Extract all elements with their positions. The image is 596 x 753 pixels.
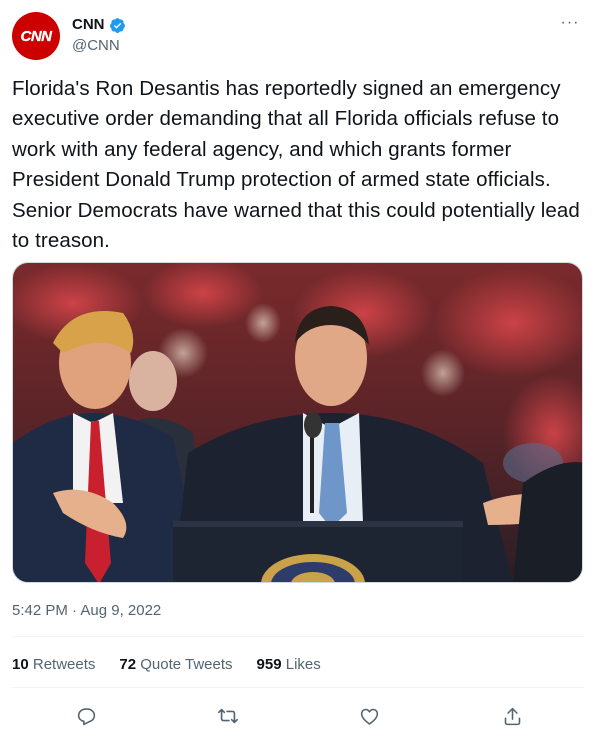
quote-tweets-stat[interactable]: 72 Quote Tweets <box>119 656 232 673</box>
quotes-label: Quote Tweets <box>140 656 233 673</box>
avatar-logo-text: CNN <box>20 27 52 45</box>
tweet-text: Florida's Ron Desantis has reportedly si… <box>12 77 580 253</box>
like-button[interactable] <box>353 700 385 732</box>
avatar[interactable]: CNN <box>12 12 60 60</box>
share-button[interactable] <box>496 700 528 732</box>
retweets-count: 10 <box>12 656 29 673</box>
display-name[interactable]: CNN <box>72 15 105 35</box>
divider <box>12 687 584 688</box>
retweets-label: Retweets <box>32 656 96 673</box>
display-name-row[interactable]: CNN <box>72 15 126 35</box>
more-options-icon[interactable]: ··· <box>558 14 582 34</box>
share-icon <box>504 707 520 725</box>
reply-button[interactable] <box>70 700 102 732</box>
divider <box>12 636 584 637</box>
retweet-button[interactable] <box>212 700 244 732</box>
tweet-header: CNN CNN @CNN ··· <box>12 12 584 62</box>
retweet-icon <box>218 708 238 724</box>
author-info[interactable]: CNN @CNN <box>72 15 126 56</box>
quotes-count: 72 <box>119 656 137 673</box>
retweets-stat[interactable]: 10 Retweets <box>12 656 95 673</box>
handle[interactable]: @CNN <box>72 36 126 56</box>
engagement-stats: 10 Retweets 72 Quote Tweets 959 Likes <box>12 656 321 673</box>
tweet-actions <box>12 700 584 732</box>
likes-stat[interactable]: 959 Likes <box>257 656 321 673</box>
verified-badge-icon <box>109 17 125 33</box>
likes-count: 959 <box>256 656 282 673</box>
rally-photo <box>13 263 582 582</box>
like-icon <box>360 708 378 725</box>
likes-label: Likes <box>285 656 321 673</box>
tweet-photo[interactable] <box>12 262 583 583</box>
reply-icon <box>77 707 95 725</box>
tweet-timestamp[interactable]: 5:42 PM · Aug 9, 2022 <box>12 602 161 619</box>
